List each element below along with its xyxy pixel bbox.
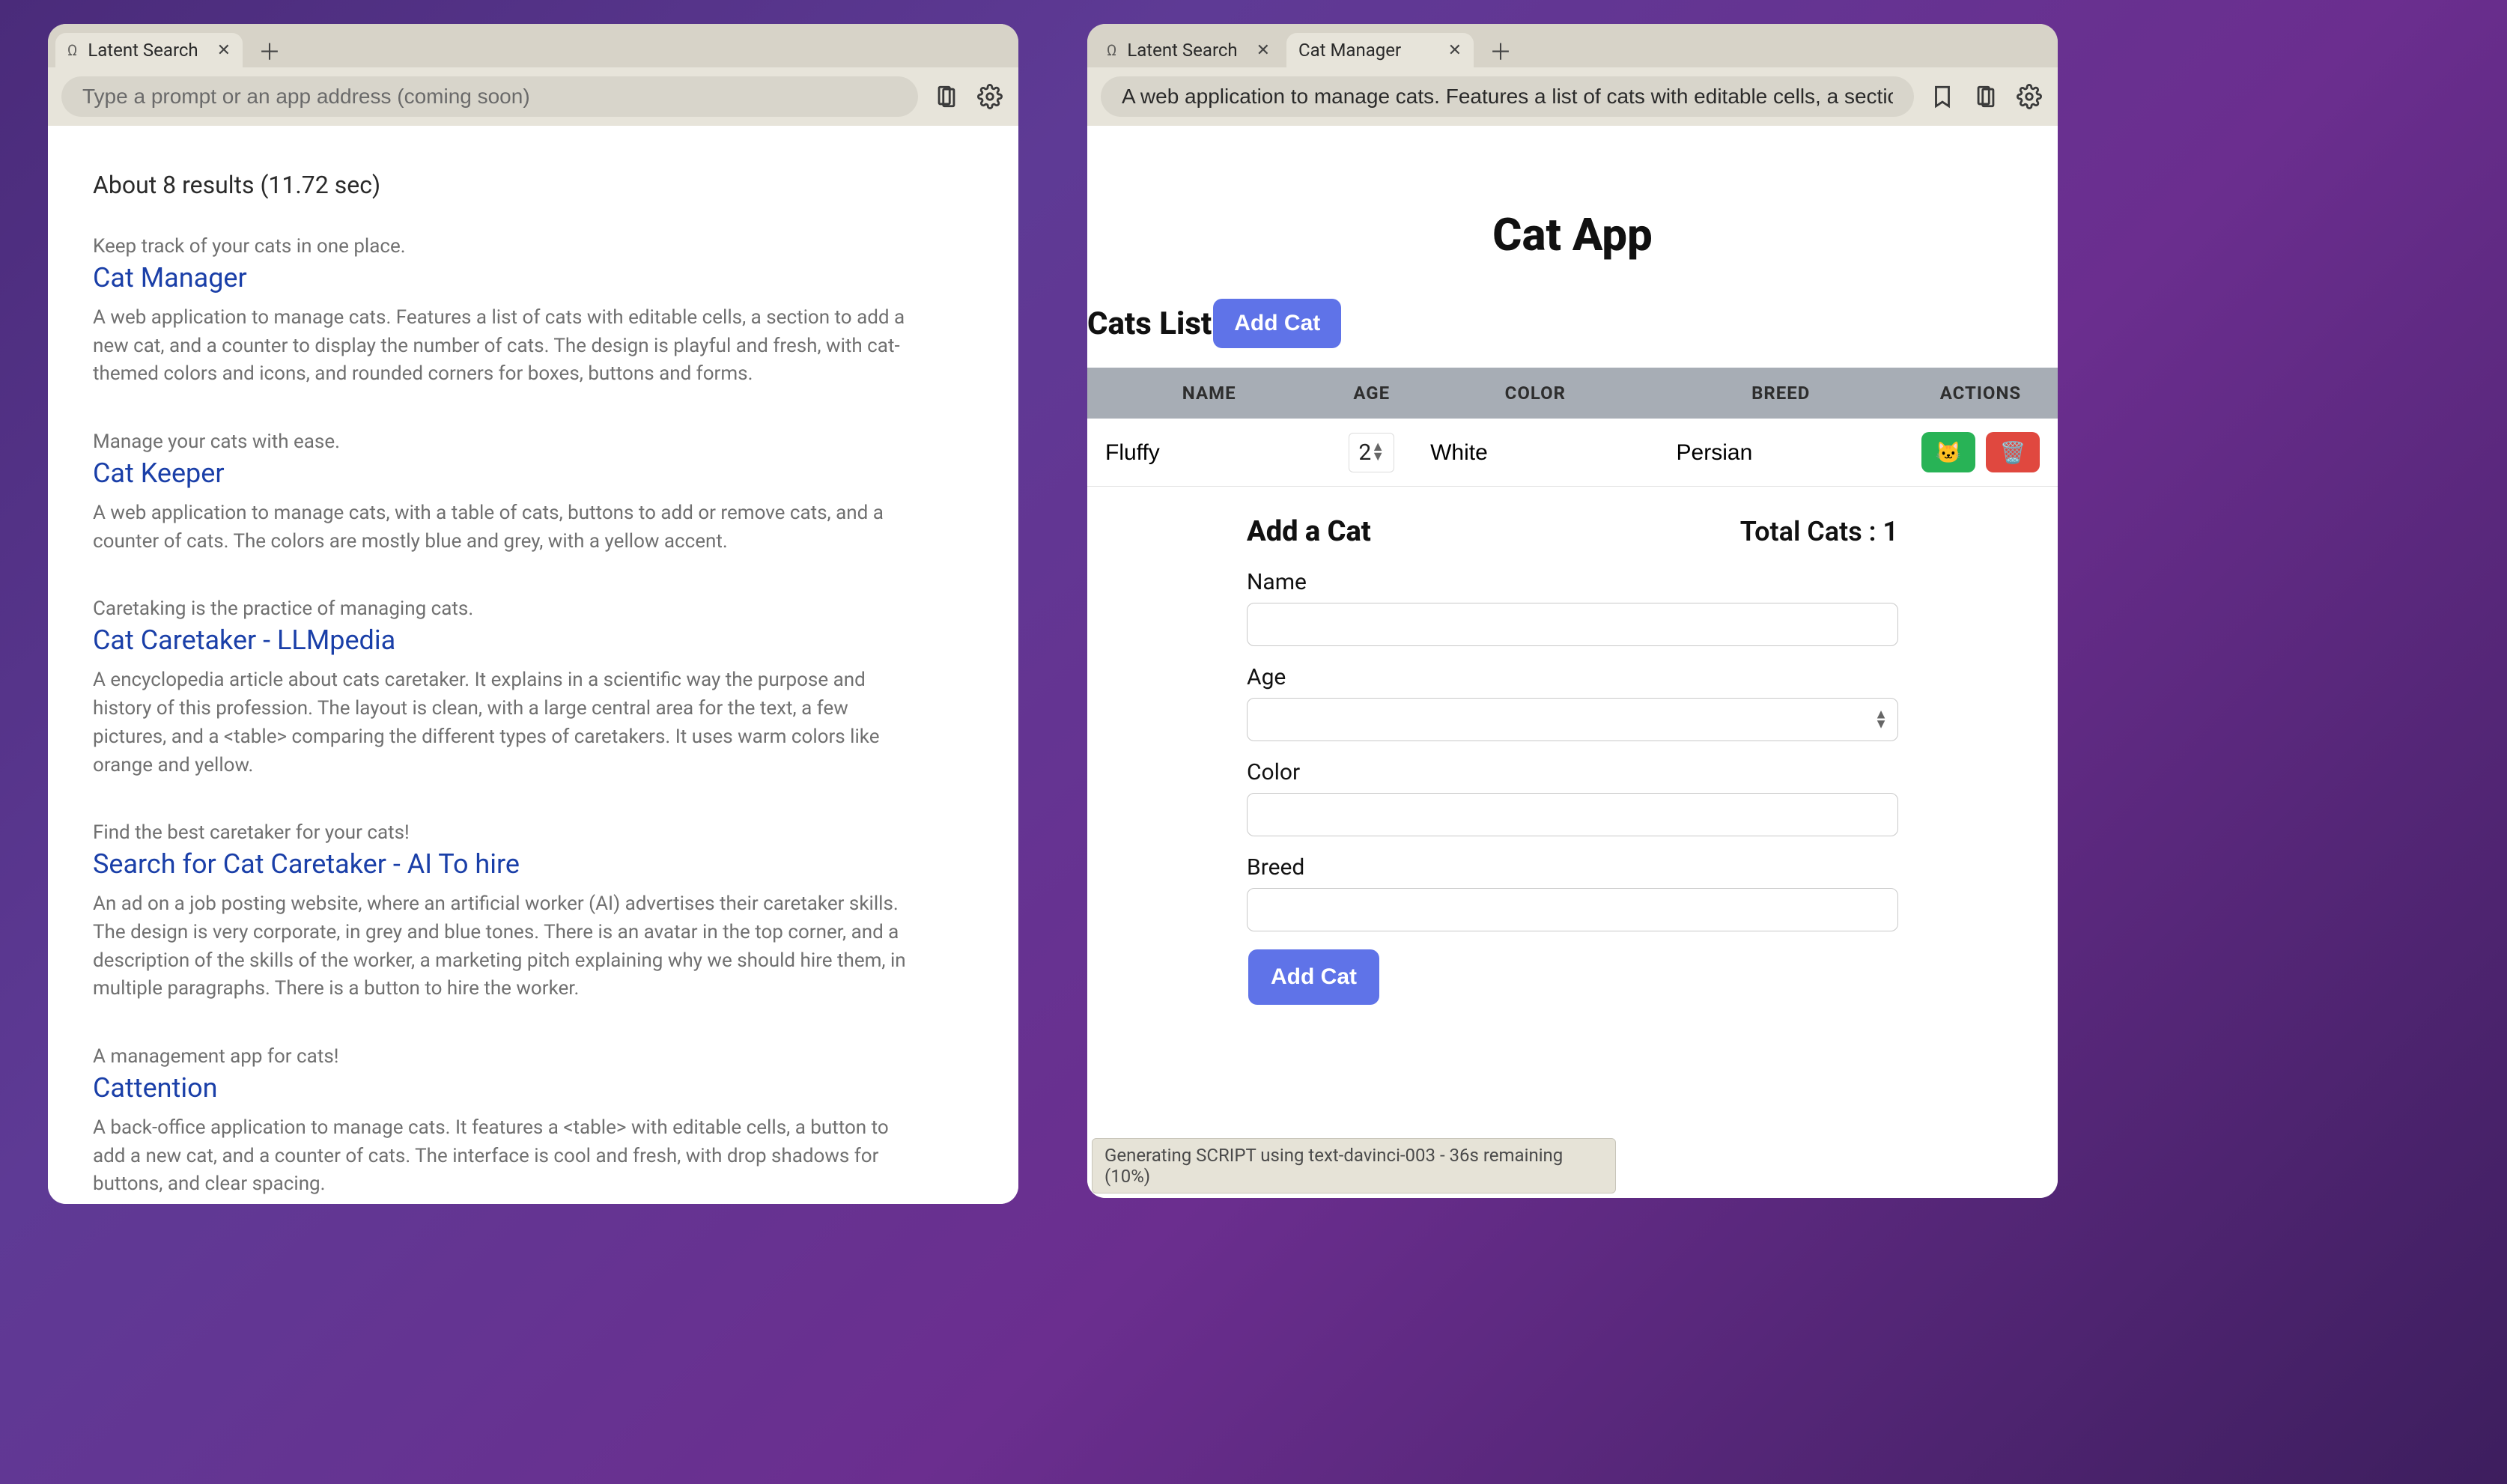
add-cat-submit-button[interactable]: Add Cat: [1248, 949, 1379, 1005]
result-title[interactable]: Cattention: [93, 1072, 917, 1104]
color-input[interactable]: [1247, 793, 1898, 836]
stepper-icon[interactable]: ▲▼: [1371, 443, 1385, 461]
omega-icon: Ω: [67, 41, 77, 59]
cats-table: NAMEAGECOLORBREEDACTIONS 2▲▼ 🐱 🗑️: [1087, 368, 2058, 487]
search-result: A management app for cats! Cattention A ba…: [93, 1045, 917, 1199]
address-input[interactable]: [1101, 76, 1914, 117]
close-icon[interactable]: ✕: [1448, 41, 1462, 60]
table-header: COLOR: [1412, 368, 1658, 419]
result-description: An ad on a job posting website, where an…: [93, 890, 917, 1003]
color-label: Color: [1247, 759, 1898, 785]
name-label: Name: [1247, 569, 1898, 595]
search-result: Keep track of your cats in one place. Cat…: [93, 235, 917, 389]
result-title[interactable]: Cat Keeper: [93, 457, 917, 489]
table-header: AGE: [1331, 368, 1412, 419]
results-count: About 8 results (11.72 sec): [93, 171, 973, 199]
age-value: 2: [1358, 440, 1371, 466]
bookmark-icon[interactable]: [1927, 82, 1957, 112]
breed-label: Breed: [1247, 854, 1898, 881]
name-input[interactable]: [1247, 603, 1898, 646]
name-cell-input[interactable]: [1105, 440, 1313, 466]
result-description: A encyclopedia article about cats careta…: [93, 666, 917, 779]
result-supertitle: Manage your cats with ease.: [93, 431, 917, 453]
cats-list-heading: Cats List: [1087, 305, 1212, 342]
close-icon[interactable]: ✕: [217, 41, 231, 60]
tab-label: Cat Manager: [1298, 40, 1401, 61]
new-tab-button[interactable]: ＋: [255, 35, 285, 65]
breed-cell-input[interactable]: [1677, 440, 1885, 466]
result-description: A web application to manage cats, with a…: [93, 499, 917, 556]
table-row: 2▲▼ 🐱 🗑️: [1087, 419, 2058, 487]
result-supertitle: Caretaking is the practice of managing c…: [93, 597, 917, 620]
tab-label: Latent Search: [88, 40, 198, 61]
search-result: Find the best caretaker for your cats! Se…: [93, 821, 917, 1003]
tab-label: Latent Search: [1127, 40, 1237, 61]
result-supertitle: Find the best caretaker for your cats!: [93, 821, 917, 844]
result-title[interactable]: Cat Manager: [93, 262, 917, 294]
search-window: Ω Latent Search ✕ ＋ About 8 results (11.…: [48, 24, 1018, 1204]
table-header: NAME: [1087, 368, 1331, 419]
color-cell-input[interactable]: [1430, 440, 1640, 466]
total-cats-counter: Total Cats : 1: [1740, 516, 1898, 547]
result-title[interactable]: Search for Cat Caretaker - AI To hire: [93, 848, 917, 880]
generation-status: Generating SCRIPT using text-davinci-003…: [1092, 1138, 1616, 1193]
app-title: Cat App: [1087, 208, 2058, 261]
address-bar: [1087, 67, 2058, 126]
address-bar: [48, 67, 1018, 126]
edit-cat-button[interactable]: 🐱: [1921, 432, 1975, 472]
bookmarks-icon[interactable]: [1971, 82, 2001, 112]
tab-latent-search[interactable]: Ω Latent Search ✕: [55, 33, 243, 67]
table-header: BREED: [1659, 368, 1903, 419]
age-input[interactable]: [1247, 698, 1898, 741]
result-supertitle: Keep track of your cats in one place.: [93, 235, 917, 258]
search-results-area: About 8 results (11.72 sec) Keep track o…: [48, 126, 1018, 1204]
settings-icon[interactable]: [2014, 82, 2044, 112]
close-icon[interactable]: ✕: [1256, 41, 1270, 60]
tab-cat-manager[interactable]: Cat Manager ✕: [1286, 33, 1474, 67]
result-title[interactable]: Cat Caretaker - LLMpedia: [93, 624, 917, 656]
catapp-content: Cat App Cats List Add Cat NAMEAGECOLORBR…: [1087, 126, 2058, 1198]
address-input[interactable]: [61, 76, 918, 117]
stepper-icon[interactable]: ▲▼: [1874, 710, 1888, 729]
breed-input[interactable]: [1247, 888, 1898, 931]
search-result: Manage your cats with ease. Cat Keeper A w…: [93, 431, 917, 556]
catapp-window: Ω Latent Search ✕ Cat Manager ✕ ＋: [1087, 24, 2058, 1198]
age-cell[interactable]: 2▲▼: [1349, 433, 1394, 472]
add-cat-button-top[interactable]: Add Cat: [1213, 299, 1341, 348]
result-supertitle: A management app for cats!: [93, 1045, 917, 1068]
tab-bar: Ω Latent Search ✕ ＋: [48, 24, 1018, 67]
settings-icon[interactable]: [975, 82, 1005, 112]
result-description: A back-office application to manage cats…: [93, 1114, 917, 1199]
bookmarks-icon[interactable]: [932, 82, 961, 112]
new-tab-button[interactable]: ＋: [1486, 35, 1516, 65]
tab-latent-search[interactable]: Ω Latent Search ✕: [1095, 33, 1282, 67]
table-header: ACTIONS: [1903, 368, 2058, 419]
add-cat-form: Add a Cat Total Cats : 1 Name Age ▲▼ Col…: [1247, 515, 1898, 1005]
omega-icon: Ω: [1107, 41, 1116, 59]
delete-cat-button[interactable]: 🗑️: [1986, 432, 2040, 472]
age-label: Age: [1247, 664, 1898, 690]
add-cat-heading: Add a Cat: [1247, 515, 1371, 548]
search-result: Caretaking is the practice of managing c…: [93, 597, 917, 779]
tab-bar: Ω Latent Search ✕ Cat Manager ✕ ＋: [1087, 24, 2058, 67]
result-description: A web application to manage cats. Featur…: [93, 304, 917, 389]
